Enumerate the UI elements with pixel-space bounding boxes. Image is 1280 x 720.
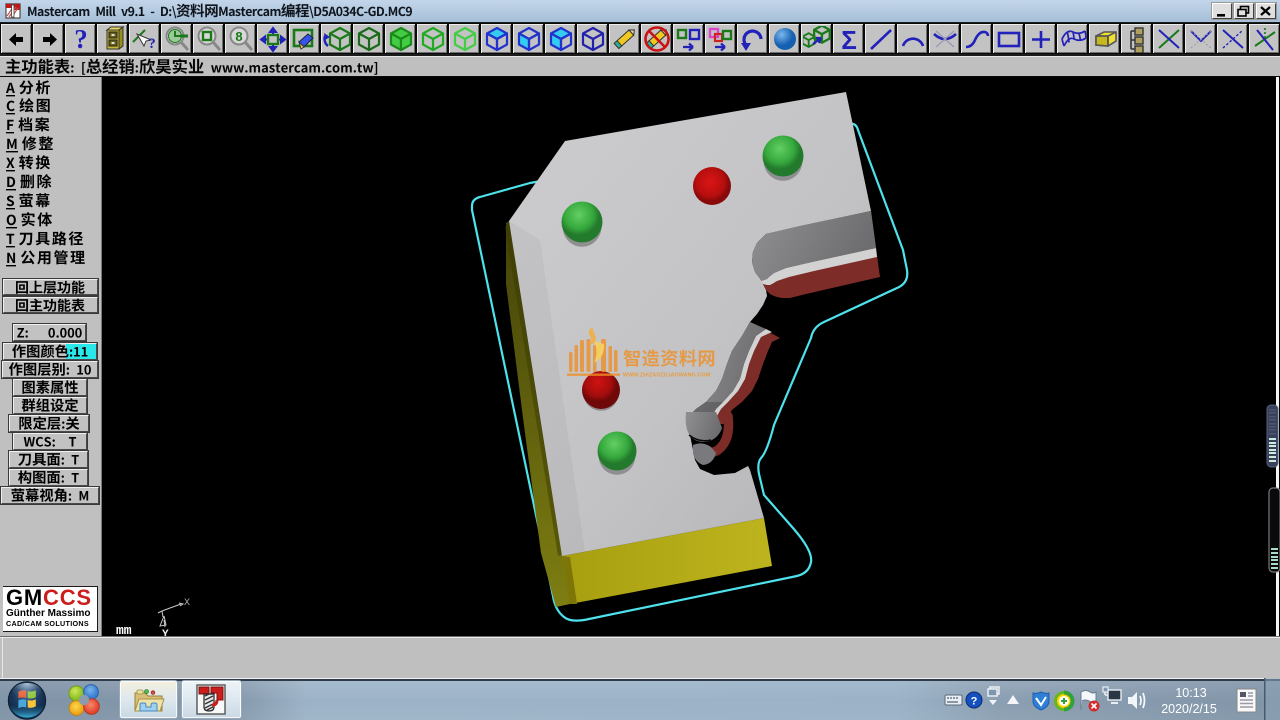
svg-text:?: ?	[148, 36, 156, 52]
svg-text:X: X	[184, 598, 190, 609]
svg-text:8: 8	[235, 29, 242, 44]
svg-text:Σ: Σ	[841, 26, 857, 53]
svg-text:WWW.ZHIZAOZILIAOWANG.COM: WWW.ZHIZAOZILIAOWANG.COM	[623, 373, 711, 379]
svg-text:mm: mm	[116, 623, 132, 636]
svg-text:Y: Y	[162, 629, 169, 636]
svg-text:?: ?	[74, 26, 88, 53]
svg-text:10:13: 10:13	[1175, 686, 1206, 700]
svg-text:2020/2/15: 2020/2/15	[1161, 702, 1217, 716]
svg-text:?: ?	[971, 696, 978, 708]
